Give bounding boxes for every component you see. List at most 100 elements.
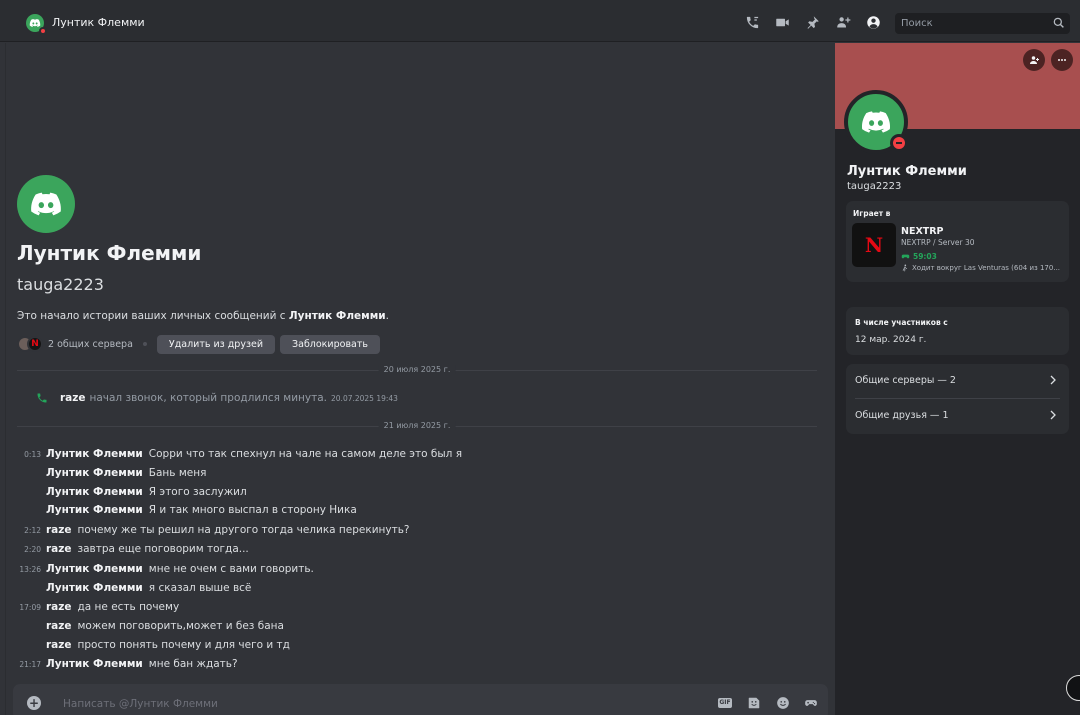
message-author[interactable]: Лунтик Флемми: [46, 582, 143, 594]
message-author[interactable]: raze: [46, 620, 72, 632]
search-input[interactable]: [901, 16, 1051, 31]
message-author[interactable]: raze: [46, 639, 72, 651]
activity-gamepad-icon[interactable]: [804, 696, 818, 710]
message-author[interactable]: raze: [46, 601, 72, 613]
message-row[interactable]: Лунтик Флемми я сказал выше всё: [6, 580, 826, 596]
message-text: Я этого заслужил: [148, 486, 247, 498]
message-text: почему же ты решил на другого тогда чели…: [77, 524, 410, 536]
message-text: можем поговорить,может и без бана: [77, 620, 284, 632]
remove-friend-button[interactable]: Удалить из друзей: [156, 334, 276, 354]
message-text: мне не очем с вами говорить.: [148, 563, 314, 575]
mutual-friends-row[interactable]: Общие друзья — 1: [846, 399, 1069, 432]
message-text: Я и так много выспал в сторону Ника: [148, 504, 357, 516]
member-since-value: 12 мар. 2024 г.: [855, 335, 927, 345]
message-author[interactable]: Лунтик Флемми: [46, 486, 143, 498]
search-box[interactable]: [895, 13, 1070, 34]
dnd-status-icon: [890, 134, 908, 152]
chevron-right-icon: [1050, 375, 1056, 385]
channel-avatar[interactable]: [26, 14, 47, 35]
activity-label: Играет в: [853, 209, 891, 218]
message-text: завтра еще поговорим тогда...: [77, 543, 249, 555]
message-row[interactable]: 17:09 raze да не есть почему: [6, 599, 826, 615]
message-row[interactable]: Лунтик Флемми Я этого заслужил: [6, 484, 826, 500]
phone-icon: [37, 393, 47, 403]
search-icon: [1053, 17, 1064, 28]
gamepad-icon: [901, 254, 910, 259]
message-author[interactable]: Лунтик Флемми: [46, 448, 143, 460]
message-row[interactable]: 13:26 Лунтик Флемми мне не очем с вами гов…: [6, 561, 826, 577]
discord-logo-icon: [862, 111, 891, 133]
add-friend-icon[interactable]: [1023, 49, 1045, 71]
date-divider: 20 июля 2025 г.: [17, 365, 817, 374]
mutual-servers-row[interactable]: Общие серверы — 2: [846, 364, 1069, 397]
message-composer: + GIF: [13, 684, 828, 715]
discord-logo-icon: [31, 192, 61, 216]
call-timestamp: 20.07.2025 19:43: [331, 393, 398, 403]
profile-avatar[interactable]: [844, 90, 908, 154]
game-subtitle: NEXTRP / Server 30: [901, 238, 975, 247]
message-time: 17:09: [19, 602, 41, 612]
message-author[interactable]: Лунтик Флемми: [46, 658, 143, 670]
separator-dot: [142, 342, 147, 346]
message-time: 2:20: [24, 544, 41, 554]
netflix-logo-icon: N: [864, 233, 884, 257]
intro-text-prefix: Это начало истории ваших личных сообщени…: [17, 310, 289, 322]
intro-text-name: Лунтик Флемми: [288, 310, 386, 322]
sticker-icon[interactable]: [747, 696, 761, 710]
mutual-friends-label: Общие друзья — 1: [855, 410, 949, 421]
add-attachment-button[interactable]: +: [27, 696, 41, 710]
emoji-icon[interactable]: [776, 696, 790, 710]
add-friends-to-dm-icon[interactable]: [835, 14, 851, 30]
intro-avatar[interactable]: [17, 175, 75, 233]
message-row[interactable]: 21:17 Лунтик Флемми мне бан ждать?: [6, 656, 826, 672]
gif-label: GIF: [718, 698, 732, 708]
member-since-label: В числе участников с: [855, 318, 948, 327]
message-author[interactable]: Лунтик Флемми: [46, 467, 143, 479]
message-text: да не есть почему: [77, 601, 180, 613]
activity-card[interactable]: Играет в N NEXTRP NEXTRP / Server 30 59:…: [846, 201, 1069, 282]
message-author[interactable]: Лунтик Флемми: [46, 563, 143, 575]
date-divider-label: 20 июля 2025 г.: [378, 365, 456, 374]
message-row[interactable]: raze просто понять почему и для чего и тд: [6, 637, 826, 653]
game-state-text: Ходит вокруг Las Venturas (604 из 170...: [912, 264, 1061, 272]
pin-icon[interactable]: [804, 14, 820, 30]
call-author[interactable]: raze: [60, 392, 86, 404]
mutual-servers-link[interactable]: 2 общих сервера: [48, 339, 133, 350]
gif-icon[interactable]: GIF: [718, 696, 732, 710]
game-title: NEXTRP: [901, 226, 944, 237]
game-image: N: [852, 223, 896, 267]
message-text: просто понять почему и для чего и тд: [77, 639, 290, 651]
message-time: 0:13: [24, 449, 41, 459]
intro-display-name: Лунтик Флемми: [17, 241, 202, 265]
intro-username: tauga2223: [17, 275, 104, 294]
message-row[interactable]: 2:12 raze почему же ты решил на другого то…: [6, 522, 826, 538]
message-text: Сорри что так спехнул на чале на самом д…: [148, 448, 463, 460]
user-profile-icon[interactable]: [865, 14, 881, 30]
message-author[interactable]: raze: [46, 524, 72, 536]
message-input[interactable]: [63, 696, 663, 711]
message-row[interactable]: 0:13 Лунтик Флемми Сорри что так спехнул н…: [6, 446, 826, 462]
message-row[interactable]: Лунтик Флемми Бань меня: [6, 465, 826, 481]
mutual-servers-label: Общие серверы — 2: [855, 375, 956, 386]
date-divider: 21 июля 2025 г.: [17, 421, 817, 430]
message-row[interactable]: raze можем поговорить,может и без бана: [6, 618, 826, 634]
block-button[interactable]: Заблокировать: [280, 334, 380, 354]
message-time: 13:26: [19, 564, 41, 574]
more-options-icon[interactable]: [1051, 49, 1073, 71]
mutual-server-avatar[interactable]: N: [27, 336, 43, 352]
chevron-right-icon: [1050, 410, 1056, 420]
game-elapsed-time: 59:03: [913, 252, 937, 261]
message-author[interactable]: Лунтик Флемми: [46, 504, 143, 516]
voice-call-icon[interactable]: [744, 14, 760, 30]
date-divider-label: 21 июля 2025 г.: [378, 421, 456, 430]
mutuals-card: Общие серверы — 2 Общие друзья — 1: [846, 364, 1069, 434]
message-row[interactable]: Лунтик Флемми Я и так много выспал в стор…: [6, 502, 826, 518]
video-call-icon[interactable]: [774, 14, 790, 30]
dnd-status-icon: [39, 27, 47, 35]
walking-person-icon: [902, 264, 908, 272]
message-text: мне бан ждать?: [148, 658, 238, 670]
message-row[interactable]: 2:20 raze завтра еще поговорим тогда...: [6, 541, 826, 557]
intro-actions: N 2 общих сервера Удалить из друзей Забл…: [17, 334, 385, 354]
message-author[interactable]: raze: [46, 543, 72, 555]
intro-text: Это начало истории ваших личных сообщени…: [17, 310, 389, 322]
